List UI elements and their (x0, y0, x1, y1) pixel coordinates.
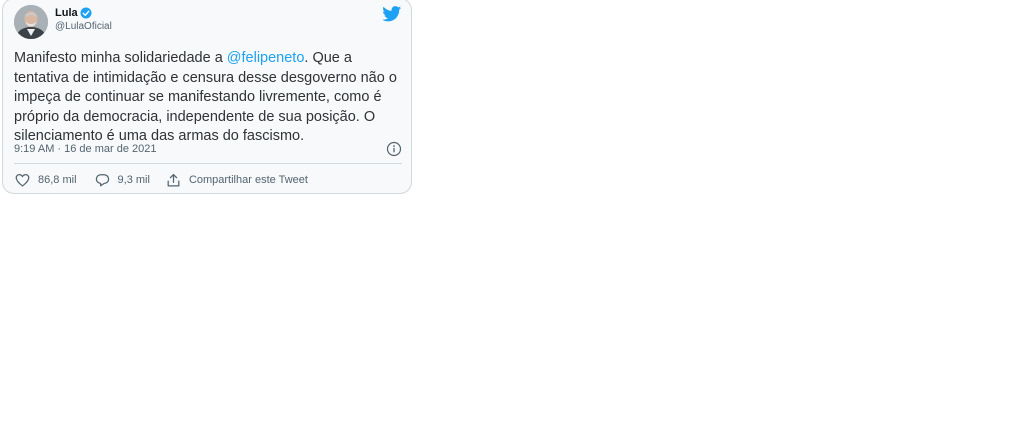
tweet-text-before-mention: Manifesto minha solidariedade a (14, 50, 227, 66)
reply-button[interactable]: 9,3 mil (95, 173, 150, 187)
author-display-name[interactable]: Lula (55, 6, 78, 20)
tweet-card[interactable]: Lula @LulaOficial Manifesto minha solida… (2, 0, 412, 194)
name-row: Lula (55, 6, 112, 20)
tweet-text: Manifesto minha solidariedade a @felipen… (14, 49, 402, 147)
speech-bubble-icon (95, 174, 109, 187)
tweet-header: Lula @LulaOficial (14, 5, 402, 41)
tweet-actions: 86,8 mil 9,3 mil Compartilhar este Tweet (15, 171, 308, 189)
tweet-timestamp[interactable]: 9:19 AM · 16 de mar de 2021 (14, 142, 156, 156)
mention-link[interactable]: @felipeneto (227, 50, 305, 66)
author-info: Lula @LulaOficial (55, 6, 112, 33)
author-handle[interactable]: @LulaOficial (55, 20, 112, 33)
info-icon[interactable] (386, 141, 402, 157)
share-icon (167, 173, 180, 186)
divider (14, 163, 402, 164)
author-avatar[interactable] (14, 5, 48, 39)
like-count: 86,8 mil (38, 174, 77, 186)
reply-count: 9,3 mil (117, 174, 150, 186)
share-label: Compartilhar este Tweet (188, 174, 308, 186)
tweet-meta: 9:19 AM · 16 de mar de 2021 (14, 141, 402, 157)
like-button[interactable]: 86,8 mil (15, 173, 77, 187)
avatar-photo-icon (14, 5, 48, 39)
twitter-bird-icon[interactable] (382, 6, 402, 22)
verified-badge-icon (80, 7, 92, 19)
heart-icon (15, 173, 30, 187)
share-button[interactable]: Compartilhar este Tweet (166, 173, 308, 188)
